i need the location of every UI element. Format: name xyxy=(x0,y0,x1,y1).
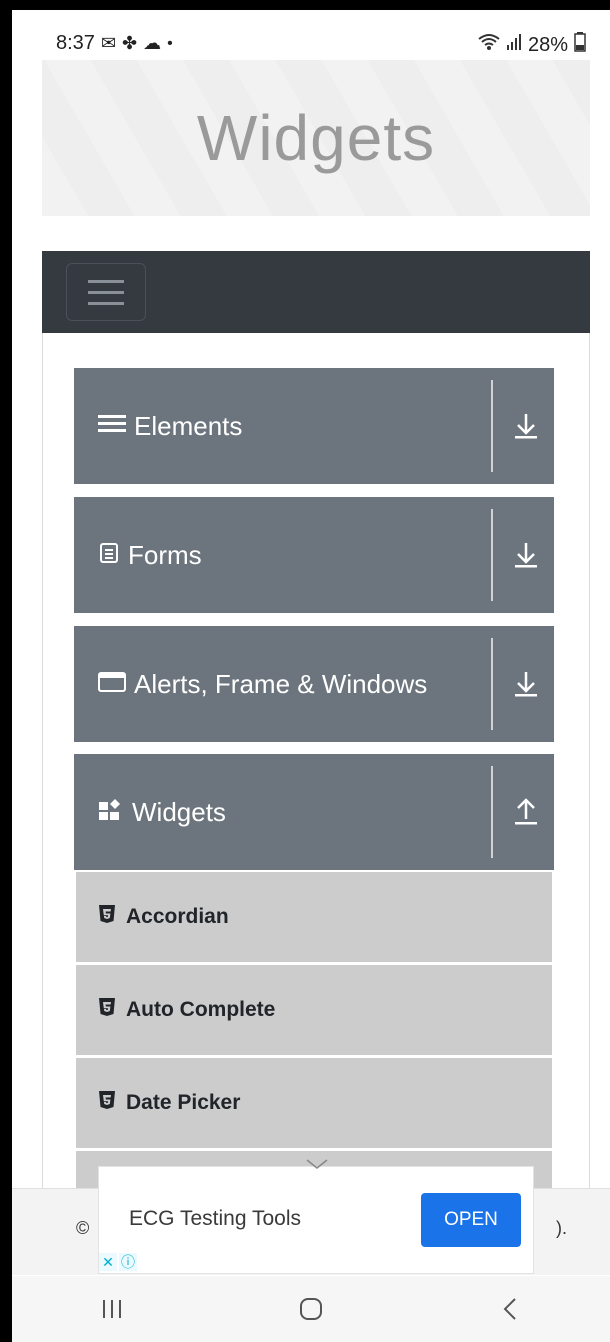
ad-close-icon[interactable]: ✕ xyxy=(99,1253,117,1271)
top-navbar xyxy=(42,251,590,333)
document-icon xyxy=(98,540,120,571)
menu-group-widgets[interactable]: Widgets xyxy=(74,754,554,870)
hamburger-icon xyxy=(88,279,124,283)
fan-icon: ✤ xyxy=(122,33,138,53)
arrow-down-icon[interactable] xyxy=(514,412,538,440)
footer-text-end: ). xyxy=(556,1218,567,1238)
item-label: Accordian xyxy=(126,905,229,928)
battery-icon xyxy=(574,32,586,58)
html5-icon xyxy=(98,904,116,930)
wifi-icon xyxy=(478,33,500,57)
system-nav-bar xyxy=(12,1276,610,1342)
group-label: Alerts, Frame & Windows xyxy=(134,668,428,699)
arrow-up-icon[interactable] xyxy=(514,798,538,826)
arrow-down-icon[interactable] xyxy=(514,670,538,698)
status-bar: 8:37 ✉ ✤ ☁ • 28% xyxy=(12,10,610,60)
clock: 8:37 xyxy=(56,32,95,54)
header-banner: Widgets xyxy=(42,60,590,216)
menu-item-auto-complete[interactable]: Auto Complete xyxy=(76,965,552,1055)
group-label: Forms xyxy=(128,539,202,570)
recent-apps-button[interactable] xyxy=(82,1289,142,1329)
widgets-icon xyxy=(98,797,124,828)
window-icon xyxy=(98,669,126,700)
item-label: Auto Complete xyxy=(126,998,276,1021)
list-icon xyxy=(98,411,126,442)
battery-level: 28% xyxy=(527,33,568,56)
footer-copyright: © xyxy=(76,1218,90,1238)
menu-item-date-picker[interactable]: Date Picker xyxy=(76,1058,552,1148)
back-button[interactable] xyxy=(480,1289,540,1329)
phone-screen: 8:37 ✉ ✤ ☁ • 28% Widgets Elements Forms … xyxy=(12,10,610,1342)
menu-group-alerts-frame-windows[interactable]: Alerts, Frame & Windows xyxy=(74,626,554,742)
gmail-icon: ✉ xyxy=(100,33,117,53)
dot-icon: • xyxy=(167,34,173,52)
group-label: Elements xyxy=(134,410,243,441)
home-button[interactable] xyxy=(281,1289,341,1329)
ad-title: ECG Testing Tools xyxy=(129,1207,301,1230)
navbar-toggle-button[interactable] xyxy=(66,263,146,321)
menu-group-elements[interactable]: Elements xyxy=(74,368,554,484)
arrow-down-icon[interactable] xyxy=(514,541,538,569)
menu-group-forms[interactable]: Forms xyxy=(74,497,554,613)
ad-info-icon[interactable]: ⓘ xyxy=(119,1253,137,1271)
cloud-icon: ☁ xyxy=(143,33,162,53)
ad-open-button[interactable]: OPEN xyxy=(421,1193,521,1247)
item-label: Date Picker xyxy=(126,1091,241,1114)
ad-banner[interactable]: ECG Testing Tools OPEN ✕ ⓘ xyxy=(98,1159,534,1274)
html5-icon xyxy=(98,1090,116,1116)
chevron-down-icon[interactable] xyxy=(303,1157,331,1171)
menu-item-accordian[interactable]: Accordian xyxy=(76,872,552,962)
signal-icon xyxy=(506,33,522,57)
page-title: Widgets xyxy=(196,102,436,174)
group-label: Widgets xyxy=(132,796,226,827)
html5-icon xyxy=(98,997,116,1023)
